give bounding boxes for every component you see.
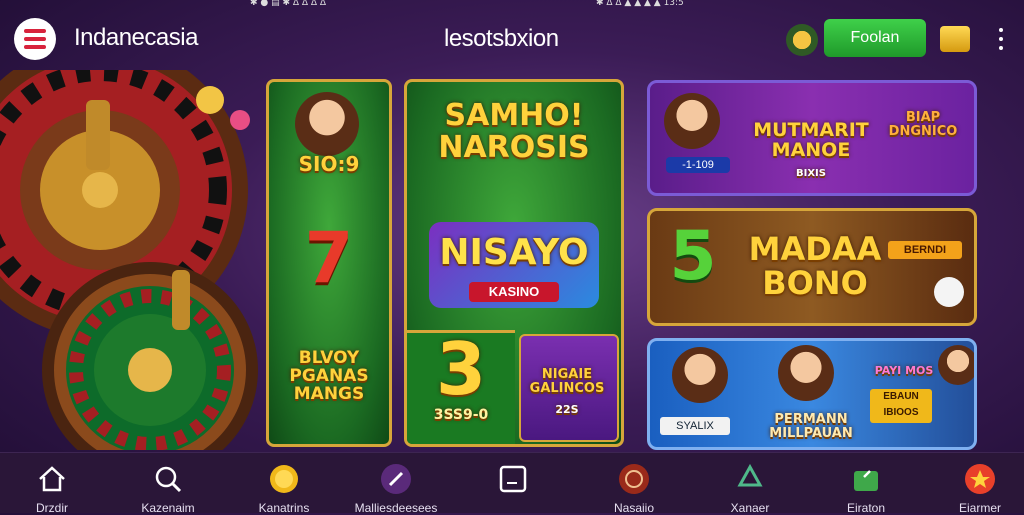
pen-icon [381, 464, 411, 494]
tile3-left-tag: SYALIX [660, 417, 730, 435]
host-avatar [938, 345, 974, 385]
host-avatar [672, 347, 728, 403]
host-avatar [778, 345, 834, 401]
left-seven: 7 [304, 217, 354, 299]
nav-label: Drzdir [36, 501, 68, 515]
login-button[interactable]: Foolan [824, 19, 926, 57]
star-icon [965, 464, 995, 494]
tile3-tag2: EBAUN IBIOOS [870, 389, 932, 423]
nav-label: Eiraton [846, 501, 886, 515]
wallet-icon[interactable] [940, 26, 970, 52]
casino-logo-sub: KASINO [469, 282, 559, 302]
status-bar: ✱ ● ▤ ✱ Δ Δ Δ Δ ✱ Δ Δ ▲ ▲ ▲ ▲ 13:5 [0, 0, 1024, 10]
nav-label: Nasaiio [613, 501, 655, 515]
nav-recycle[interactable]: Xanaer [700, 453, 800, 515]
dice-icon [934, 277, 964, 307]
tile2-number: 5 [669, 217, 717, 296]
recycle-icon [737, 463, 763, 487]
coins-icon [270, 465, 298, 493]
mini-game-title: NIGAIE GALINCOS [529, 367, 605, 396]
nav-map[interactable]: Eiraton [816, 453, 916, 515]
top-bar: Indanecasia lesotsbxion Foolan [0, 12, 1024, 68]
promo-panel-center[interactable]: SAMHO! NAROSIS NISAYO KASINO 3 3SS9-0 NI… [404, 79, 624, 447]
status-left: ✱ ● ▤ ✱ Δ Δ Δ Δ [250, 0, 327, 8]
map-icon [854, 470, 878, 491]
app-title: lesotsbxion [444, 25, 559, 52]
promo-panel-left[interactable]: SIO:9 7 BLVOY PGANAS MANGS [266, 79, 392, 447]
promo-tile-1[interactable]: -1-109 MUTMARIT MANOE BIXIS BIAP DNGNICO [647, 80, 977, 196]
center-number: 3 [435, 327, 487, 411]
left-top-label: SIO:9 [298, 152, 360, 176]
menu-button[interactable] [14, 18, 56, 60]
tile3-title: PERMANN MILLPAUAN [769, 412, 853, 441]
status-right: ✱ Δ Δ ▲ ▲ ▲ ▲ 13:5 [596, 0, 684, 8]
nav-chip[interactable]: Nasaiio [584, 453, 684, 515]
nav-coins[interactable]: Kanatrins [234, 453, 334, 515]
nav-home[interactable]: Drzdir [2, 453, 102, 515]
shield-icon[interactable] [786, 24, 818, 56]
nav-label: Kazenaim [141, 501, 195, 515]
menu-icon [24, 29, 46, 33]
mini-game-sub: 22S [555, 403, 579, 416]
tile1-tag: BIAP DNGNICO [888, 110, 958, 139]
nav-label: Kanatrins [258, 501, 310, 515]
host-avatar [664, 93, 720, 149]
tile2-tag: BERNDI [888, 241, 962, 259]
nav-label: Malliesdeesees [354, 501, 438, 515]
promo-tile-3[interactable]: SYALIX PERMANN MILLPAUAN PAYI MOS EBAUN … [647, 338, 977, 450]
tile1-title: MUTMARIT MANOE [753, 119, 869, 161]
casino-logo: NISAYO [439, 232, 589, 273]
roulette-illustration [0, 70, 258, 450]
nav-search[interactable]: Kazenaim [118, 453, 218, 515]
search-icon [155, 466, 182, 493]
left-bottom-text: BLVOY PGANAS MANGS [289, 348, 369, 404]
tile1-badge: -1-109 [666, 157, 730, 173]
nav-star[interactable]: Eiarmer [930, 453, 1024, 515]
nav-label: Xanaer [730, 501, 770, 515]
host-avatar [295, 92, 359, 156]
center-number-sub: 3SS9-0 [433, 407, 489, 423]
nav-label: Eiarmer [958, 501, 1001, 515]
center-top-title: SAMHO! NAROSIS [438, 98, 590, 165]
tile1-sub: BIXIS [796, 168, 826, 179]
region-label[interactable]: Indanecasia [74, 24, 198, 52]
bottom-nav: Drzdir Kazenaim Kanatrins Malliesdeesees… [0, 452, 1024, 515]
promo-tile-2[interactable]: 5 MADAA BONO BERNDI [647, 208, 977, 326]
home-icon [39, 466, 65, 492]
square-icon [499, 465, 527, 493]
tile2-title: MADAA BONO [748, 230, 882, 302]
more-menu-icon[interactable] [996, 28, 1006, 52]
nav-edit[interactable]: Malliesdeesees [346, 453, 446, 515]
chip-icon [619, 464, 649, 494]
tile3-tag: PAYI MOS [874, 364, 934, 377]
nav-square[interactable] [463, 453, 563, 513]
